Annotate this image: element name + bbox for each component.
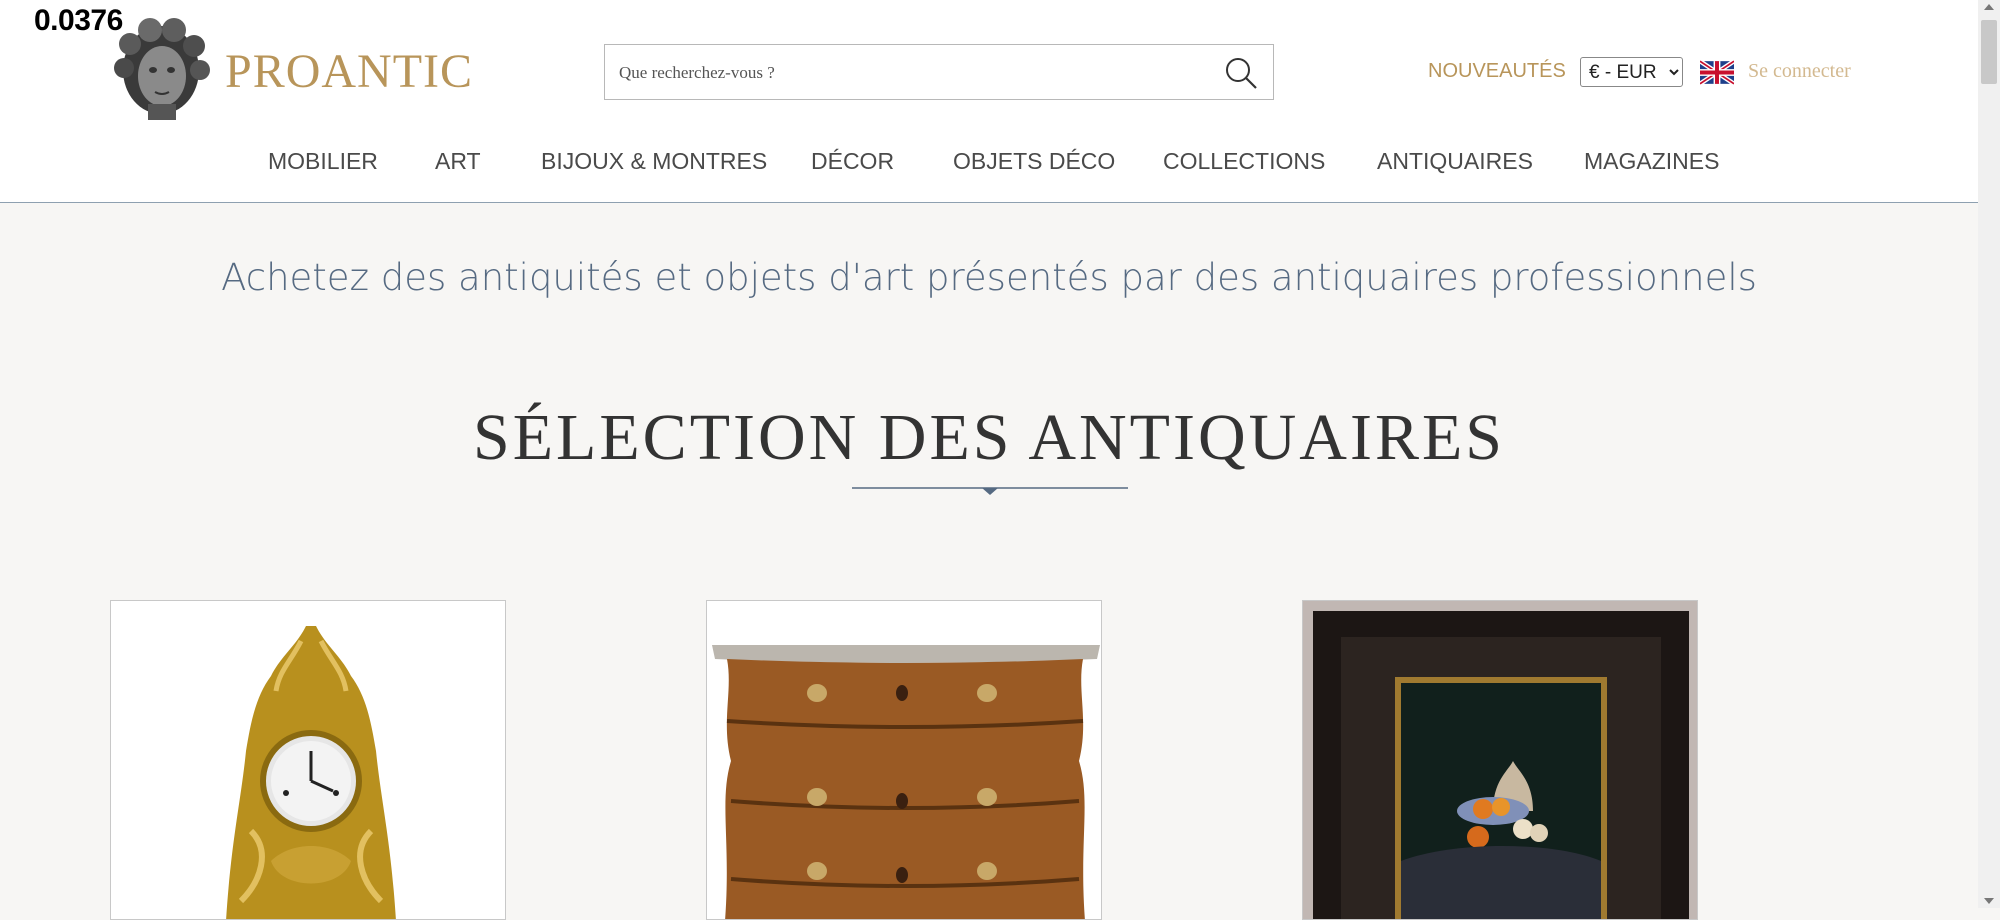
site-header: PROANTIC NOUVEAUTÉS € - EUR Se connecter… (0, 0, 1978, 203)
nav-item-collections[interactable]: COLLECTIONS (1163, 148, 1325, 175)
search-icon[interactable] (1223, 55, 1259, 91)
overlay-value: 0.0376 (34, 4, 123, 37)
uk-flag-icon[interactable] (1700, 60, 1734, 85)
nouveautes-link[interactable]: NOUVEAUTÉS (1428, 60, 1566, 83)
nav-item-bijoux-montres[interactable]: BIJOUX & MONTRES (541, 148, 767, 175)
search-input[interactable] (617, 45, 1211, 101)
divider-diamond-icon (852, 487, 1128, 495)
painting-image (1303, 601, 1697, 919)
login-link[interactable]: Se connecter (1748, 60, 1851, 83)
nav-item-magazines[interactable]: MAGAZINES (1584, 148, 1719, 175)
section-title: SÉLECTION DES ANTIQUAIRES (473, 401, 1505, 474)
nav-item-decor[interactable]: DÉCOR (811, 148, 894, 175)
nav-item-mobilier[interactable]: MOBILIER (268, 148, 378, 175)
logo-bust-icon[interactable] (110, 18, 212, 122)
product-card-painting[interactable] (1302, 600, 1698, 920)
scroll-thumb[interactable] (1981, 20, 1997, 84)
logo-text[interactable]: PROANTIC (225, 44, 473, 99)
clock-image (111, 601, 505, 919)
product-card-commode[interactable] (706, 600, 1102, 920)
scroll-up-icon[interactable] (1984, 4, 1994, 10)
search-box (604, 44, 1274, 101)
commode-image (707, 601, 1101, 919)
currency-select[interactable]: € - EUR (1580, 57, 1683, 87)
vertical-scrollbar[interactable] (1978, 0, 2000, 908)
nav-item-art[interactable]: ART (435, 148, 481, 175)
product-card-clock[interactable] (110, 600, 506, 920)
scroll-down-icon[interactable] (1984, 898, 1994, 904)
nav-item-objets-deco[interactable]: OBJETS DÉCO (953, 148, 1115, 175)
main-nav: MOBILIER ART BIJOUX & MONTRES DÉCOR OBJE… (0, 148, 1978, 184)
nav-item-antiquaires[interactable]: ANTIQUAIRES (1377, 148, 1533, 175)
page-tagline: Achetez des antiquités et objets d'art p… (221, 256, 1757, 299)
